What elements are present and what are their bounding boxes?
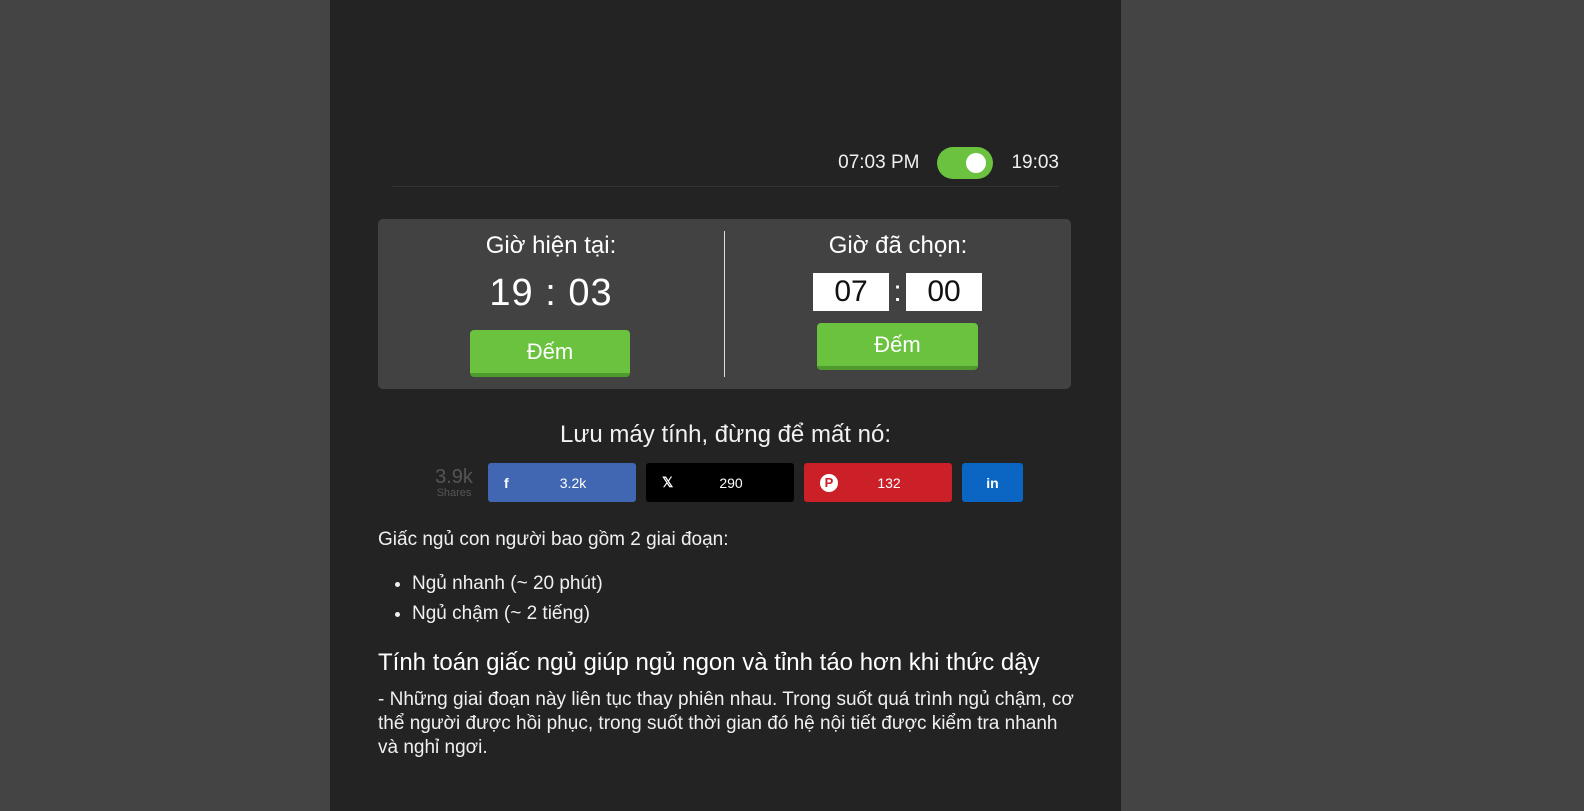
page-container: 07:03 PM 19:03 Giờ hiện tại: 19 : 03 Đếm… xyxy=(330,0,1121,811)
share-total-count: 3.9k xyxy=(435,465,473,488)
hour-input[interactable] xyxy=(813,273,889,311)
x-icon: 𝕏 xyxy=(662,474,674,490)
clock-panel: Giờ hiện tại: 19 : 03 Đếm Giờ đã chọn: :… xyxy=(378,219,1071,389)
pinterest-share-button[interactable]: P 132 xyxy=(804,463,952,502)
current-time-display: 19 : 03 xyxy=(489,272,613,314)
chosen-time-title: Giờ đã chọn: xyxy=(828,232,968,259)
share-total-label: Shares xyxy=(436,486,472,499)
share-bar: 3.9k Shares f 3.2k 𝕏 290 P 132 in xyxy=(430,463,1033,502)
time-format-toggle[interactable] xyxy=(937,147,994,179)
time-format-switch: 07:03 PM 19:03 xyxy=(838,147,1059,179)
linkedin-icon: in xyxy=(986,474,999,491)
pinterest-glyph: P xyxy=(820,473,838,492)
time-24h-label: 19:03 xyxy=(1011,152,1059,173)
facebook-share-count: 3.2k xyxy=(559,474,587,491)
pinterest-icon: P xyxy=(820,463,838,502)
time-picker: : xyxy=(813,273,982,311)
list-item: Ngủ nhanh (~ 20 phút) xyxy=(412,572,1078,596)
current-time-title: Giờ hiện tại: xyxy=(485,232,617,259)
toggle-knob xyxy=(966,153,987,173)
facebook-icon: f xyxy=(504,474,509,491)
time-separator: : xyxy=(893,275,902,308)
count-chosen-button[interactable]: Đếm xyxy=(817,323,978,370)
current-time-section: Giờ hiện tại: 19 : 03 Đếm xyxy=(378,219,724,389)
article-paragraph: - Những giai đoạn này liên tục thay phiê… xyxy=(378,689,1074,758)
facebook-share-button[interactable]: f 3.2k xyxy=(488,463,636,502)
chosen-time-section: Giờ đã chọn: : Đếm xyxy=(725,219,1071,389)
save-title: Lưu máy tính, đừng để mất nó: xyxy=(560,421,891,448)
linkedin-share-button[interactable]: in xyxy=(962,463,1023,502)
header-divider xyxy=(392,186,1059,187)
time-12h-label: 07:03 PM xyxy=(838,152,920,173)
list-item: Ngủ chậm (~ 2 tiếng) xyxy=(412,602,1078,626)
article-content: Giấc ngủ con người bao gồm 2 giai đoạn: … xyxy=(378,528,1078,760)
intro-text: Giấc ngủ con người bao gồm 2 giai đoạn: xyxy=(378,529,729,550)
share-total: 3.9k Shares xyxy=(430,467,478,499)
article-heading: Tính toán giấc ngủ giúp ngủ ngon và tỉnh… xyxy=(378,649,1040,676)
x-share-button[interactable]: 𝕏 290 xyxy=(646,463,794,502)
count-current-button[interactable]: Đếm xyxy=(470,330,630,377)
sleep-stages-list: Ngủ nhanh (~ 20 phút) Ngủ chậm (~ 2 tiến… xyxy=(378,572,1078,626)
minute-input[interactable] xyxy=(906,273,982,311)
